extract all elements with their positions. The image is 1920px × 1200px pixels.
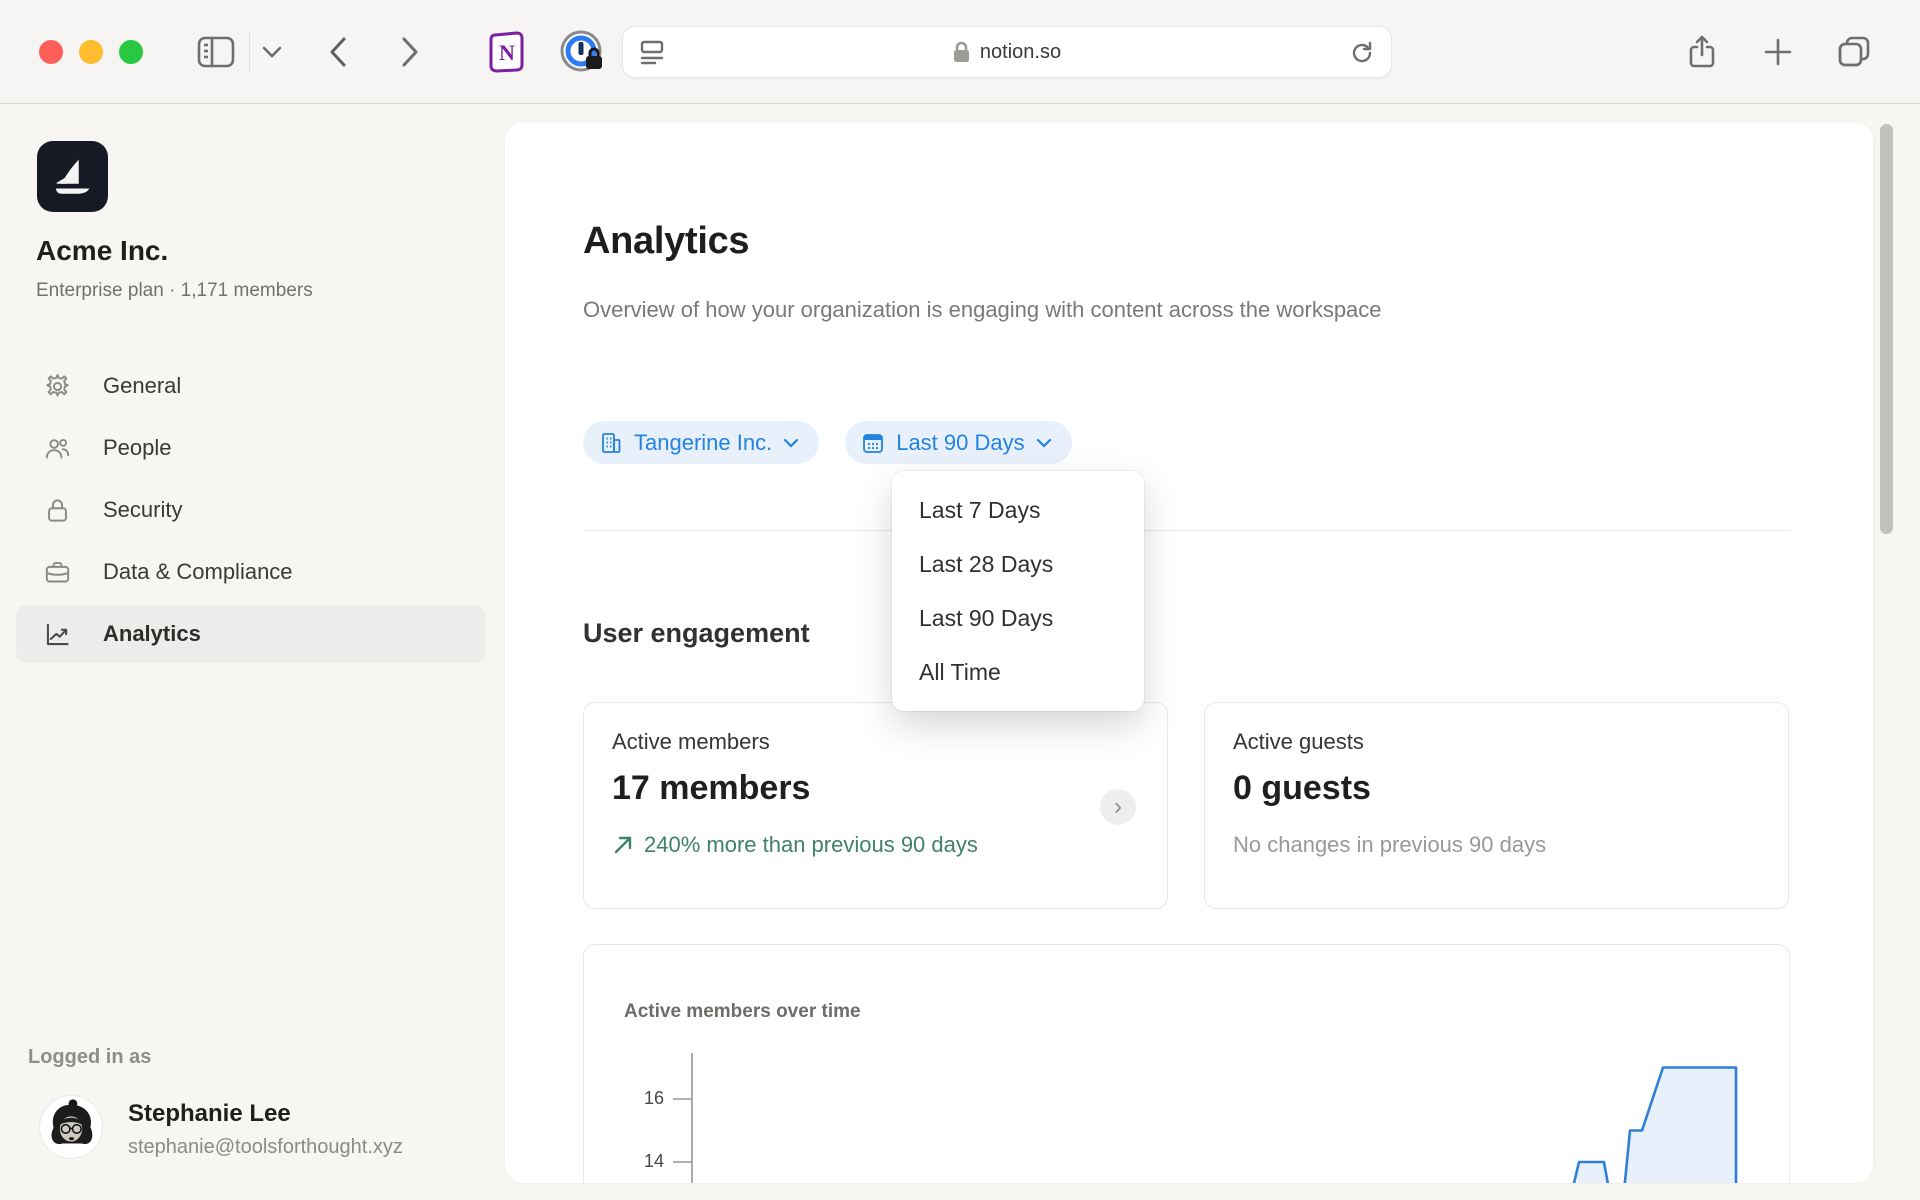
sidebar-item-label: People xyxy=(103,435,172,461)
page-scrollbar[interactable] xyxy=(1880,124,1893,534)
teamspace-filter-label: Tangerine Inc. xyxy=(634,430,772,456)
chevron-down-icon xyxy=(1036,438,1052,448)
card-label: Active members xyxy=(612,729,1139,755)
sidebar-toggle-button[interactable] xyxy=(192,30,240,74)
sidebar-item-data-compliance[interactable]: Data & Compliance xyxy=(16,543,485,601)
card-delta-text: 240% more than previous 90 days xyxy=(644,832,978,858)
workspace-logo xyxy=(37,141,108,212)
new-tab-button[interactable] xyxy=(1756,30,1800,74)
page-title: Analytics xyxy=(583,220,749,263)
tab-overview-icon xyxy=(1837,35,1871,69)
window-minimize-button[interactable] xyxy=(79,40,103,64)
svg-text:N: N xyxy=(499,40,515,65)
user-name: Stephanie Lee xyxy=(128,1100,291,1128)
sidebar-item-people[interactable]: People xyxy=(16,419,485,477)
card-delta-text: No changes in previous 90 days xyxy=(1233,832,1546,858)
toolbar-separator xyxy=(249,32,250,72)
back-button[interactable] xyxy=(318,30,358,74)
y-axis-tick-label: 16 xyxy=(604,1088,664,1109)
dropdown-option-last-90-days[interactable]: Last 90 Days xyxy=(892,591,1144,645)
active-guests-card[interactable]: Active guests 0 guests No changes in pre… xyxy=(1204,702,1789,909)
sidebar-item-label: Security xyxy=(103,497,182,523)
date-range-filter-label: Last 90 Days xyxy=(896,430,1024,456)
area-chart xyxy=(667,1045,1787,1183)
teamspace-filter-button[interactable]: Tangerine Inc. xyxy=(583,421,819,464)
sidebar-item-label: Analytics xyxy=(103,621,201,647)
date-range-dropdown: Last 7 Days Last 28 Days Last 90 Days Al… xyxy=(892,471,1144,711)
avatar-illustration-icon xyxy=(40,1096,102,1158)
sidebar-item-analytics[interactable]: Analytics xyxy=(16,605,485,663)
card-value: 0 guests xyxy=(1233,769,1760,808)
url-text: notion.so xyxy=(980,41,1061,64)
y-axis-tick-label: 14 xyxy=(604,1151,664,1172)
chevron-down-icon xyxy=(262,46,282,58)
analytics-panel: Analytics Overview of how your organizat… xyxy=(505,122,1873,1183)
browser-toolbar: N notion.so xyxy=(0,0,1920,104)
sidebar-item-label: Data & Compliance xyxy=(103,559,293,585)
notion-extension-icon: N xyxy=(487,31,525,73)
chevron-right-icon: › xyxy=(1114,793,1122,821)
dropdown-option-all-time[interactable]: All Time xyxy=(892,645,1144,699)
people-icon xyxy=(44,435,71,462)
gear-icon xyxy=(44,373,71,400)
sidebar-item-security[interactable]: Security xyxy=(16,481,485,539)
date-range-filter-button[interactable]: Last 90 Days xyxy=(845,421,1071,464)
section-title: User engagement xyxy=(583,618,810,649)
notion-extension-button[interactable]: N xyxy=(482,30,530,74)
workspace-name: Acme Inc. xyxy=(36,235,168,267)
sidebar-toggle-icon xyxy=(197,36,235,68)
trend-up-icon xyxy=(612,834,634,856)
window-zoom-button[interactable] xyxy=(119,40,143,64)
back-icon xyxy=(329,36,347,68)
dropdown-option-last-28-days[interactable]: Last 28 Days xyxy=(892,537,1144,591)
lock-icon xyxy=(953,41,970,63)
window-close-button[interactable] xyxy=(39,40,63,64)
sailboat-icon xyxy=(50,154,96,200)
chevron-down-icon xyxy=(783,438,799,448)
lock-icon xyxy=(44,497,71,524)
forward-icon xyxy=(401,36,419,68)
building-icon xyxy=(599,431,623,455)
onepassword-extension-icon xyxy=(559,29,605,75)
share-icon xyxy=(1688,35,1716,69)
briefcase-icon xyxy=(44,559,71,586)
section-divider xyxy=(583,530,1790,531)
tab-group-menu-button[interactable] xyxy=(256,30,288,74)
avatar[interactable] xyxy=(40,1096,102,1158)
card-drilldown-button[interactable]: › xyxy=(1100,789,1136,825)
chart-line-icon xyxy=(44,621,71,648)
sidebar-item-general[interactable]: General xyxy=(16,357,485,415)
plus-icon xyxy=(1763,37,1793,67)
share-button[interactable] xyxy=(1680,30,1724,74)
page-description: Overview of how your organization is eng… xyxy=(583,290,1543,330)
active-members-card[interactable]: Active members 17 members 240% more than… xyxy=(583,702,1168,909)
chart-title: Active members over time xyxy=(624,1001,861,1023)
calendar-icon xyxy=(861,431,885,455)
address-bar[interactable]: notion.so xyxy=(622,26,1392,78)
user-email: stephanie@toolsforthought.xyz xyxy=(128,1136,403,1159)
card-value: 17 members xyxy=(612,769,1139,808)
workspace-meta: Enterprise plan · 1,171 members xyxy=(36,280,313,302)
logged-in-as-label: Logged in as xyxy=(28,1046,151,1069)
tab-overview-button[interactable] xyxy=(1832,30,1876,74)
forward-button[interactable] xyxy=(390,30,430,74)
settings-sidebar: Acme Inc. Enterprise plan · 1,171 member… xyxy=(0,105,505,1200)
sidebar-nav: General People Security Data xyxy=(16,357,485,667)
reader-view-icon[interactable] xyxy=(639,40,667,66)
onepassword-extension-button[interactable] xyxy=(556,30,608,74)
dropdown-option-last-7-days[interactable]: Last 7 Days xyxy=(892,483,1144,537)
refresh-icon[interactable] xyxy=(1349,40,1375,66)
active-members-chart-card: Active members over time 16 14 xyxy=(583,944,1790,1183)
card-label: Active guests xyxy=(1233,729,1760,755)
sidebar-item-label: General xyxy=(103,373,181,399)
